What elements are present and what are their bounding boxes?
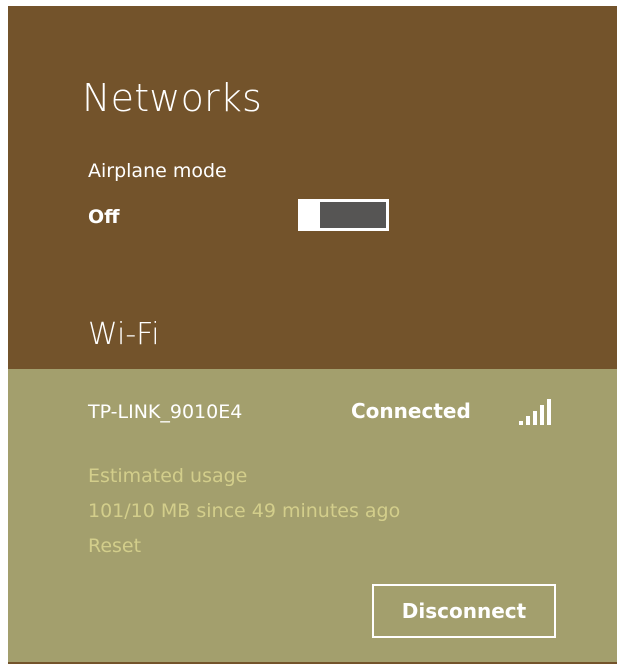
toggle-track — [320, 202, 386, 228]
connection-status: Connected — [351, 399, 471, 423]
usage-detail: 101/10 MB since 49 minutes ago — [88, 500, 401, 522]
reset-usage-link[interactable]: Reset — [88, 529, 400, 564]
airplane-mode-toggle[interactable] — [298, 199, 389, 231]
usage-label: Estimated usage — [88, 465, 248, 487]
wifi-section-heading: Wi-Fi — [88, 317, 160, 352]
signal-strength-icon — [519, 399, 551, 425]
networks-panel: Networks Airplane mode Off Wi-Fi TP-LINK… — [8, 6, 617, 664]
usage-info: Estimated usage 101/10 MB since 49 minut… — [88, 459, 400, 564]
airplane-mode-label: Airplane mode — [88, 160, 227, 182]
airplane-mode-state: Off — [88, 206, 120, 228]
panel-title: Networks — [82, 76, 263, 120]
wifi-network-item[interactable]: TP-LINK_9010E4 Connected Estimated usage… — [8, 369, 617, 662]
disconnect-button[interactable]: Disconnect — [372, 584, 556, 638]
network-ssid: TP-LINK_9010E4 — [88, 401, 243, 423]
